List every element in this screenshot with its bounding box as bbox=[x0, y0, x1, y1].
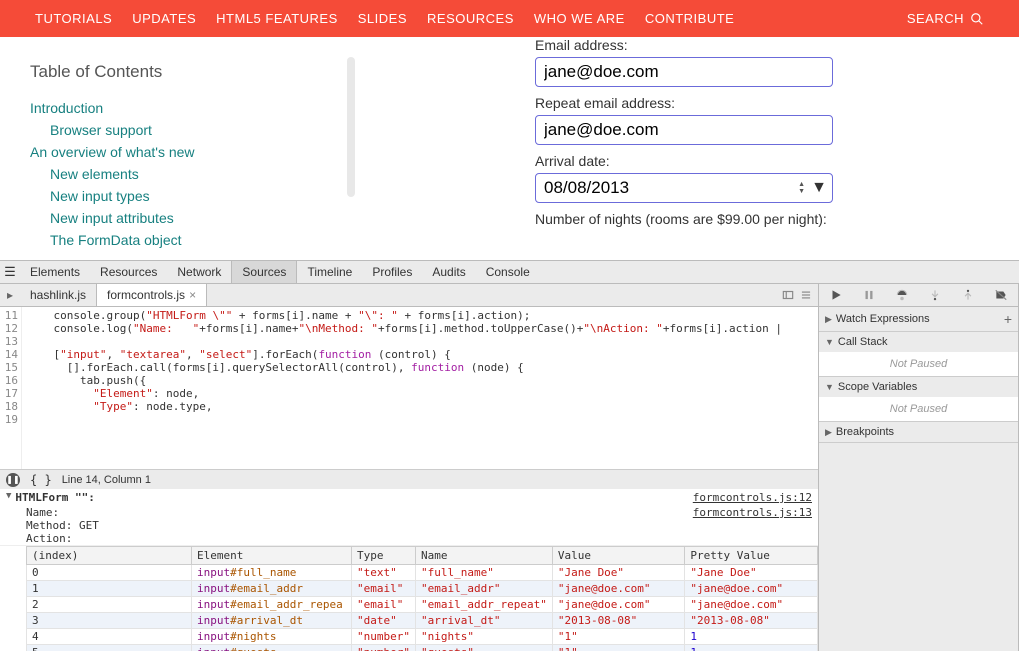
toc-link[interactable]: An overview of what's new bbox=[30, 144, 195, 160]
disclosure-triangle-icon[interactable]: ▼ bbox=[6, 491, 11, 504]
devtools-tab[interactable]: Audits bbox=[422, 261, 475, 283]
page-content: Table of Contents Introduction Browser su… bbox=[0, 37, 1019, 260]
search-icon bbox=[970, 12, 984, 26]
call-stack-not-paused: Not Paused bbox=[819, 352, 1018, 376]
devtools-panel: ☰ ElementsResourcesNetworkSourcesTimelin… bbox=[0, 260, 1019, 651]
devtools-icon[interactable]: ☰ bbox=[0, 264, 20, 280]
arrival-date-input[interactable] bbox=[535, 173, 833, 203]
nav-link[interactable]: SLIDES bbox=[358, 11, 407, 26]
repeat-email-label: Repeat email address: bbox=[535, 95, 989, 111]
file-tab-hashlink[interactable]: hashlink.js bbox=[20, 284, 97, 306]
nav-items: TUTORIALS UPDATES HTML5 FEATURES SLIDES RESO… bbox=[35, 11, 734, 26]
drawer-icon[interactable] bbox=[799, 288, 813, 302]
line-gutter: 11 12 13 14 15 16 17 18 19 bbox=[0, 307, 22, 469]
table-header[interactable]: Element bbox=[192, 547, 352, 565]
search-label: SEARCH bbox=[907, 11, 964, 26]
table-row: 3input#arrival_dt"date""arrival_dt""2013… bbox=[27, 613, 818, 629]
nav-link[interactable]: RESOURCES bbox=[427, 11, 514, 26]
deactivate-breakpoints-icon[interactable] bbox=[994, 288, 1008, 302]
console-group-header[interactable]: ▼ HTMLForm "": formcontrols.js:12 bbox=[0, 489, 818, 506]
debugger-sidepanel: ▶Watch Expressions+ ▼Call Stack Not Paus… bbox=[819, 284, 1019, 651]
breakpoints-header[interactable]: ▶Breakpoints bbox=[819, 422, 1018, 442]
sources-pane: ▸ hashlink.js formcontrols.js× 11 12 13 … bbox=[0, 284, 819, 651]
sidebar-scrollbar[interactable] bbox=[347, 57, 355, 197]
devtools-tab[interactable]: Resources bbox=[90, 261, 167, 283]
console-table-body: 0input#full_name"text""full_name""Jane D… bbox=[27, 565, 818, 651]
devtools-tabs: ☰ ElementsResourcesNetworkSourcesTimelin… bbox=[0, 261, 1019, 284]
date-spinner[interactable]: ▲▼ bbox=[798, 181, 805, 195]
repeat-email-input[interactable] bbox=[535, 115, 833, 145]
email-input[interactable] bbox=[535, 57, 833, 87]
nav-link[interactable]: TUTORIALS bbox=[35, 11, 112, 26]
code-content: console.group("HTMLForm \"" + forms[i].n… bbox=[22, 307, 818, 469]
toc-link[interactable]: The FormData object bbox=[50, 232, 182, 248]
table-header[interactable]: Name bbox=[415, 547, 552, 565]
table-header[interactable]: Type bbox=[352, 547, 416, 565]
console-log-entry: Name: Method: GET Action: formcontrols.j… bbox=[0, 506, 818, 546]
cursor-position: Line 14, Column 1 bbox=[62, 474, 151, 486]
table-row: 1input#email_addr"email""email_addr""jan… bbox=[27, 581, 818, 597]
console-table: (index)ElementTypeNameValuePretty Value … bbox=[26, 546, 818, 651]
table-row: 4input#nights"number""nights""1"1 bbox=[27, 629, 818, 645]
editor-status-line: ❚❚ { } Line 14, Column 1 bbox=[0, 469, 818, 489]
call-stack-header[interactable]: ▼Call Stack bbox=[819, 332, 1018, 352]
search-control[interactable]: SEARCH bbox=[907, 11, 984, 26]
toc-link[interactable]: Introduction bbox=[30, 100, 103, 116]
file-tabs: ▸ hashlink.js formcontrols.js× bbox=[0, 284, 818, 307]
console-pane: ▼ HTMLForm "": formcontrols.js:12 Name: … bbox=[0, 489, 818, 651]
toc-link[interactable]: Browser support bbox=[50, 122, 152, 138]
step-out-icon[interactable] bbox=[961, 288, 975, 302]
add-watch-icon[interactable]: + bbox=[1004, 311, 1012, 327]
nav-link[interactable]: HTML5 FEATURES bbox=[216, 11, 338, 26]
toc-list: Introduction Browser support An overview o… bbox=[30, 100, 325, 248]
devtools-tab[interactable]: Profiles bbox=[362, 261, 422, 283]
pause-icon[interactable] bbox=[862, 288, 876, 302]
devtools-tab[interactable]: Network bbox=[167, 261, 231, 283]
resume-icon[interactable] bbox=[829, 288, 843, 302]
toc-link[interactable]: New input attributes bbox=[50, 210, 174, 226]
table-header[interactable]: Pretty Value bbox=[685, 547, 818, 565]
toc-title: Table of Contents bbox=[30, 62, 325, 82]
table-header[interactable]: Value bbox=[552, 547, 685, 565]
top-navbar: TUTORIALS UPDATES HTML5 FEATURES SLIDES RESO… bbox=[0, 0, 1019, 37]
devtools-tab[interactable]: Sources bbox=[231, 261, 297, 283]
history-icon[interactable] bbox=[781, 288, 795, 302]
console-table-header-row: (index)ElementTypeNameValuePretty Value bbox=[27, 547, 818, 565]
step-into-icon[interactable] bbox=[928, 288, 942, 302]
nights-label: Number of nights (rooms are $99.00 per n… bbox=[535, 211, 989, 227]
toc-link[interactable]: New input types bbox=[50, 188, 150, 204]
scope-not-paused: Not Paused bbox=[819, 397, 1018, 421]
table-row: 5input#guests"number""guests""1"1 bbox=[27, 645, 818, 651]
table-row: 0input#full_name"text""full_name""Jane D… bbox=[27, 565, 818, 581]
nav-link[interactable]: CONTRIBUTE bbox=[645, 11, 735, 26]
table-header[interactable]: (index) bbox=[27, 547, 192, 565]
date-picker-toggle[interactable]: ▼ bbox=[811, 179, 827, 197]
nav-link[interactable]: UPDATES bbox=[132, 11, 196, 26]
console-source-link-1[interactable]: formcontrols.js:12 bbox=[693, 491, 812, 504]
table-row: 2input#email_addr_repea"email""email_add… bbox=[27, 597, 818, 613]
arrival-date-label: Arrival date: bbox=[535, 153, 989, 169]
watch-expressions-header[interactable]: ▶Watch Expressions+ bbox=[819, 307, 1018, 331]
pause-on-exceptions-icon[interactable]: ❚❚ bbox=[6, 473, 20, 487]
close-icon[interactable]: × bbox=[189, 288, 196, 302]
email-label: Email address: bbox=[535, 37, 989, 53]
code-editor[interactable]: 11 12 13 14 15 16 17 18 19 console.group… bbox=[0, 307, 818, 469]
toc-link[interactable]: New elements bbox=[50, 166, 139, 182]
debugger-controls bbox=[819, 284, 1018, 307]
console-source-link-2[interactable]: formcontrols.js:13 bbox=[693, 506, 812, 545]
step-over-icon[interactable] bbox=[895, 288, 909, 302]
devtools-tab[interactable]: Console bbox=[476, 261, 540, 283]
toc-sidebar: Table of Contents Introduction Browser su… bbox=[0, 37, 355, 260]
pretty-print-icon[interactable]: { } bbox=[30, 473, 52, 487]
navigator-toggle-icon[interactable]: ▸ bbox=[0, 288, 20, 302]
devtools-tab[interactable]: Timeline bbox=[297, 261, 362, 283]
main-form-area: Email address: Repeat email address: Arr… bbox=[355, 37, 1019, 260]
file-tab-formcontrols[interactable]: formcontrols.js× bbox=[97, 284, 207, 306]
devtools-tab[interactable]: Elements bbox=[20, 261, 90, 283]
scope-variables-header[interactable]: ▼Scope Variables bbox=[819, 377, 1018, 397]
nav-link[interactable]: WHO WE ARE bbox=[534, 11, 625, 26]
